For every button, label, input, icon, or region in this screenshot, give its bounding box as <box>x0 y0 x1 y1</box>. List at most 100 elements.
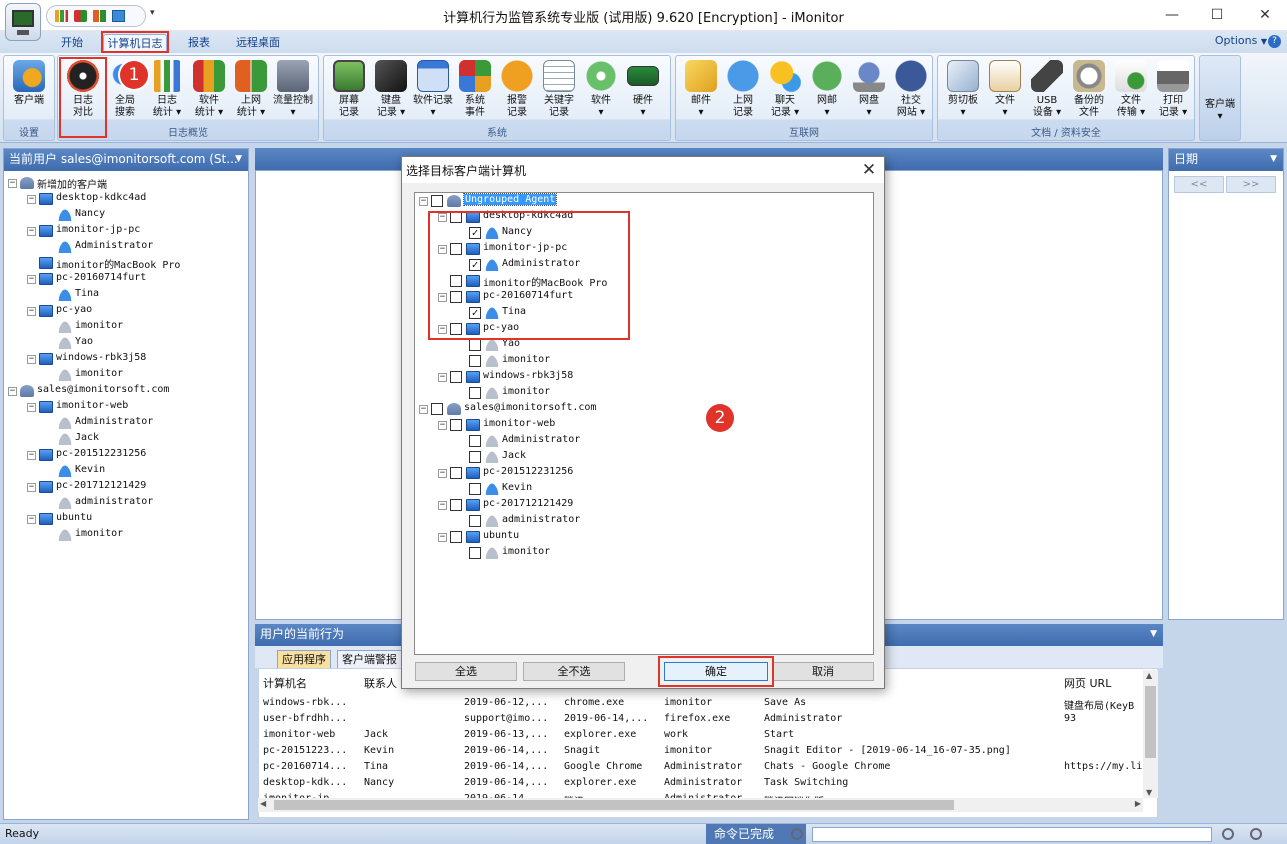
table-row[interactable]: windows-rbk... 2019-06-12,... chrome.exe im… <box>259 697 1144 713</box>
tree-checkbox[interactable]: ✓ <box>469 227 481 239</box>
tree-node-administrator[interactable]: ✓ Administrator <box>415 257 873 273</box>
alert-record-button[interactable]: 报警 记录 <box>497 60 537 126</box>
collapse-icon[interactable]: − <box>438 469 447 478</box>
vertical-scrollbar[interactable]: ▲ ▼ <box>1143 670 1158 798</box>
tree-node-kevin[interactable]: Kevin <box>415 481 873 497</box>
next-date-button[interactable]: >> <box>1226 176 1276 193</box>
tree-checkbox[interactable] <box>469 355 481 367</box>
help-icon[interactable]: ? <box>1268 35 1281 48</box>
software-record-button[interactable]: 软件记录 ▾ <box>413 60 453 126</box>
tree-node-sales-imonitorsoft-com[interactable]: − sales@imonitorsoft.com <box>4 383 248 399</box>
options-menu[interactable]: Options ▼ <box>1215 34 1267 47</box>
tree-node-yao[interactable]: Yao <box>4 335 248 351</box>
tree-node-imonitor-web[interactable]: − imonitor-web <box>415 417 873 433</box>
table-row[interactable]: pc-20160714... Tina 2019-06-14,... Google C… <box>259 761 1144 777</box>
tree-checkbox[interactable]: ✓ <box>469 259 481 271</box>
tree-node-administrator[interactable]: administrator <box>4 495 248 511</box>
tree-checkbox[interactable]: ✓ <box>469 307 481 319</box>
tree-node-ungrouped-agent[interactable]: − Ungrouped Agent <box>415 193 873 209</box>
collapse-icon[interactable]: − <box>438 533 447 542</box>
collapse-icon[interactable]: − <box>8 179 17 188</box>
tree-node-windows-rbk3j58[interactable]: − windows-rbk3j58 <box>4 351 248 367</box>
scroll-right-icon[interactable]: ▶ <box>1135 799 1141 808</box>
tree-node-imonitor[interactable]: imonitor <box>4 367 248 383</box>
maximize-button[interactable]: ☐ <box>1202 4 1232 26</box>
tree-node-imonitor[interactable]: imonitor <box>4 319 248 335</box>
tab-reports[interactable]: 报表 <box>182 34 216 53</box>
tree-node-desktop-kdkc4ad[interactable]: − desktop-kdkc4ad <box>4 191 248 207</box>
tree-node-pc-yao[interactable]: − pc-yao <box>415 321 873 337</box>
backup-files-button[interactable]: 备份的 文件 <box>1069 60 1109 126</box>
collapse-icon[interactable]: − <box>438 245 447 254</box>
log-stats-button[interactable]: 日志 统计 ▾ <box>147 60 187 126</box>
tree-checkbox[interactable] <box>431 403 443 415</box>
date-pane-header[interactable]: 日期 ▼ <box>1169 149 1283 171</box>
collapse-icon[interactable]: − <box>27 275 36 284</box>
keyword-record-button[interactable]: 关键字 记录 <box>539 60 579 126</box>
clipboard-button[interactable]: 剪切板 ▾ <box>943 60 983 126</box>
column-header[interactable]: 计算机名 <box>263 675 307 691</box>
tree-node-imonitor[interactable]: imonitor <box>415 545 873 561</box>
tree-node-windows-rbk3j58[interactable]: − windows-rbk3j58 <box>415 369 873 385</box>
tree-node-pc-201512231256[interactable]: − pc-201512231256 <box>415 465 873 481</box>
tree-checkbox[interactable] <box>450 323 462 335</box>
tree-node-pc-201712121429[interactable]: − pc-201712121429 <box>415 497 873 513</box>
tree-node-tina[interactable]: Tina <box>4 287 248 303</box>
web-record-button[interactable]: 上网 记录 <box>723 60 763 126</box>
traffic-control-button[interactable]: 流量控制 ▾ <box>273 60 313 126</box>
collapse-icon[interactable]: − <box>27 195 36 204</box>
tree-checkbox[interactable] <box>450 531 462 543</box>
tree-node-pc-yao[interactable]: − pc-yao <box>4 303 248 319</box>
select-all-button[interactable]: 全选 <box>415 662 517 681</box>
command-input[interactable] <box>812 827 1212 842</box>
tree-node-imonitor-web[interactable]: − imonitor-web <box>4 399 248 415</box>
collapse-icon[interactable]: − <box>438 213 447 222</box>
collapse-icon[interactable]: − <box>419 197 428 206</box>
tab-applications[interactable]: 应用程序 <box>277 650 331 668</box>
table-row[interactable]: imonitor-web Jack 2019-06-13,... explorer.e… <box>259 729 1144 745</box>
scroll-down-icon[interactable]: ▼ <box>1146 788 1152 797</box>
ok-button[interactable]: 确定 <box>664 662 768 681</box>
tree-checkbox[interactable] <box>450 243 462 255</box>
web-stats-button[interactable]: 上网 统计 ▾ <box>231 60 271 126</box>
close-button[interactable]: ✕ <box>1250 4 1280 26</box>
system-events-button[interactable]: 系统 事件 <box>455 60 495 126</box>
scroll-left-icon[interactable]: ◀ <box>260 799 266 808</box>
tab-client-alerts[interactable]: 客户端警报 <box>337 650 402 668</box>
collapse-icon[interactable]: − <box>27 483 36 492</box>
net-disk-button[interactable]: 网盘 ▾ <box>849 60 889 126</box>
tree-node-administrator[interactable]: Administrator <box>4 415 248 431</box>
usb-device-button[interactable]: USB 设备 ▾ <box>1027 60 1067 126</box>
collapse-icon[interactable]: − <box>27 307 36 316</box>
tree-checkbox[interactable] <box>450 371 462 383</box>
chat-record-button[interactable]: 聊天 记录 ▾ <box>765 60 805 126</box>
tree-node-imonitor[interactable]: imonitor <box>4 527 248 543</box>
tree-node-sales-imonitorsoft-com[interactable]: − sales@imonitorsoft.com <box>415 401 873 417</box>
tree-node-nancy[interactable]: Nancy <box>4 207 248 223</box>
prev-date-button[interactable]: << <box>1174 176 1224 193</box>
tree-node-imonitor[interactable]: imonitor <box>415 385 873 401</box>
tree-checkbox[interactable] <box>469 451 481 463</box>
client-button[interactable]: 客户端 <box>9 60 49 126</box>
tree-node-pc-201712121429[interactable]: − pc-201712121429 <box>4 479 248 495</box>
keyboard-record-button[interactable]: 键盘 记录 ▾ <box>371 60 411 126</box>
collapse-icon[interactable]: − <box>438 373 447 382</box>
collapse-icon[interactable]: − <box>438 421 447 430</box>
tree-node-imonitor[interactable]: imonitor <box>415 353 873 369</box>
tree-node-jack[interactable]: Jack <box>4 431 248 447</box>
tree-node-imonitor-jp-pc[interactable]: − imonitor-jp-pc <box>415 241 873 257</box>
user-pane-header[interactable]: 当前用户 sales@imonitorsoft.com (St... ▼ <box>4 149 248 171</box>
screen-record-button[interactable]: 屏幕 记录 <box>329 60 369 126</box>
tree-node-pc-20160714furt[interactable]: − pc-20160714furt <box>415 289 873 305</box>
tree-node-administrator[interactable]: Administrator <box>4 239 248 255</box>
tree-checkbox[interactable] <box>431 195 443 207</box>
tree-checkbox[interactable] <box>469 435 481 447</box>
app-logo-icon[interactable] <box>5 3 41 41</box>
tree-node-nancy[interactable]: ✓ Nancy <box>415 225 873 241</box>
tree-checkbox[interactable] <box>469 515 481 527</box>
mail-button[interactable]: 邮件 ▾ <box>681 60 721 126</box>
tree-node-imonitor-jp-pc[interactable]: − imonitor-jp-pc <box>4 223 248 239</box>
tree-node-kevin[interactable]: Kevin <box>4 463 248 479</box>
collapse-icon[interactable]: − <box>27 355 36 364</box>
webmail-button[interactable]: 网邮 ▾ <box>807 60 847 126</box>
